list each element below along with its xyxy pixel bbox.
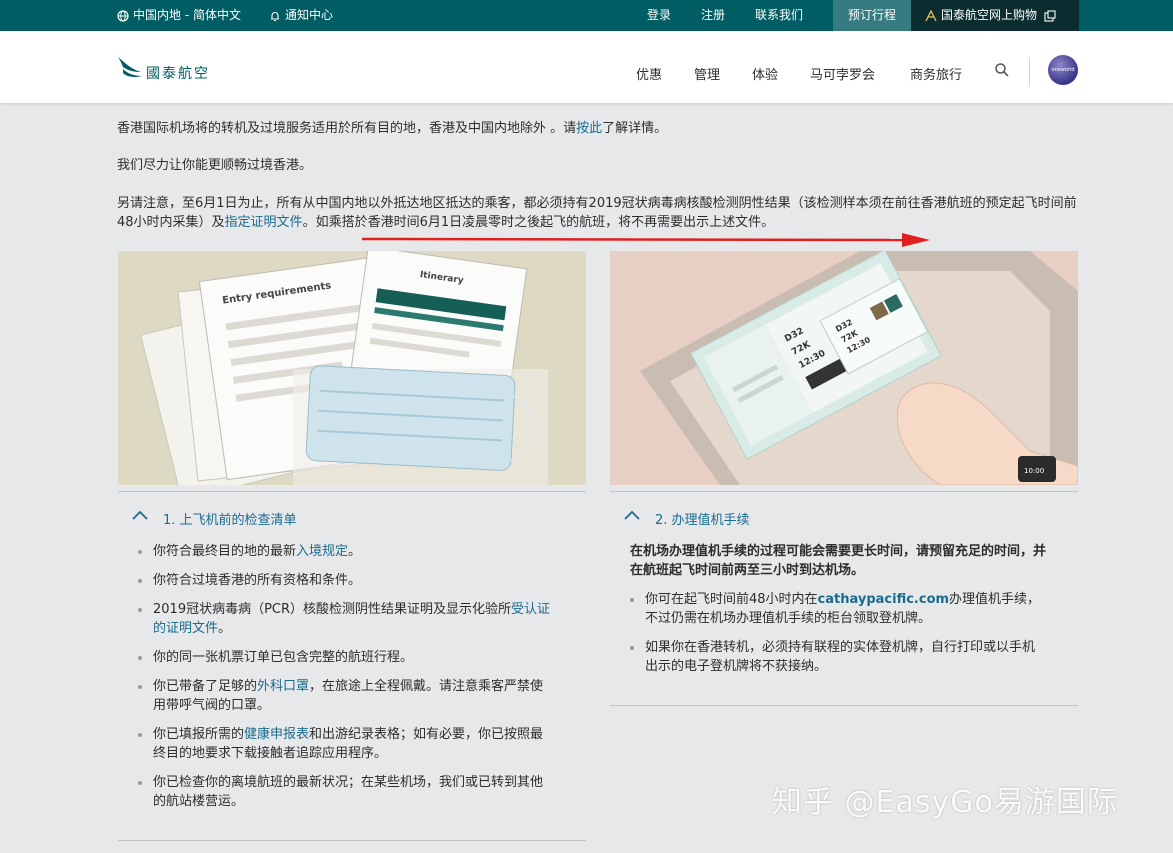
section2-list: 你可在起飞时间前48小时内在cathaypacific.com办理值机手续，不过… [627,590,1047,686]
region-label: 中国内地 - 简体中文 [133,8,241,22]
shop-label: 国泰航空网上购物 [941,8,1038,22]
shop-logo-icon [925,9,937,21]
utility-bar: 中国内地 - 简体中文 通知中心 登录 注册 联系我们 预订行程 国泰航空网上购… [0,0,1173,31]
nav-offers[interactable]: 优惠 [636,64,662,83]
surgical-mask-link[interactable]: 外科口罩 [257,679,309,694]
oneworld-logo[interactable]: oneworld [1048,55,1078,85]
red-arrow-annotation [362,233,930,247]
section2-bottom-divider [610,705,1078,706]
contact-link[interactable]: 联系我们 [755,0,803,31]
list-item: 你的同一张机票订单已包含完整的航班行程。 [135,648,555,667]
entry-rules-link[interactable]: 入境规定 [296,544,348,559]
list-item: 你已检查你的离境航班的最新状况；在某些机场，我们或已转到其他的航站楼营运。 [135,773,555,811]
intro-paragraph-1: 香港国际机场将的转机及过境服务适用於所有目的地，香港及中国内地除外 。请按此了解… [117,121,668,136]
nav-experience[interactable]: 体验 [752,64,778,83]
list-item: 如果你在香港转机，必须持有联程的实体登机牌，自行打印或以手机出示的电子登机牌将不… [627,638,1047,676]
boarding-pass-illustration: D32 72K 12:30 D32 72K 12:30 10:00 [610,251,1078,485]
bell-icon [271,11,279,21]
section1-checklist: 你符合最终目的地的最新入境规定。 你符合过境香港的所有资格和条件。 2019冠状… [135,542,555,821]
section2-top-divider [610,491,1078,492]
list-item: 你已带备了足够的外科口罩，在旅途上全程佩戴。请注意乘客严禁使用带呼气阀的口罩。 [135,677,555,715]
nav-business-travel[interactable]: 商务旅行 [910,64,962,83]
nav-marco-polo[interactable]: 马可孛罗会 [810,64,875,83]
register-link[interactable]: 注册 [701,0,725,31]
cathaypacific-link[interactable]: cathaypacific.com [818,592,950,607]
health-declaration-link[interactable]: 健康申报表 [244,727,309,742]
intro-paragraph-2: 我们尽力让你能更顺畅过境香港。 [117,158,313,173]
chevron-up-icon[interactable] [624,510,640,520]
list-item: 你符合过境香港的所有资格和条件。 [135,571,555,590]
nav-manage[interactable]: 管理 [694,64,720,83]
brand-name[interactable]: 國泰航空 [146,63,210,83]
nav-divider [1029,58,1030,86]
zhihu-watermark: 知乎 @EasyGo易游国际 [772,785,1118,820]
cathay-logo-icon[interactable] [117,55,143,81]
search-icon[interactable] [994,62,1010,78]
watch-time: 10:00 [1024,467,1044,475]
list-item: 你符合最终目的地的最新入境规定。 [135,542,555,561]
section1-bottom-divider [118,840,586,841]
list-item: 你已填报所需的健康申报表和出游纪录表格；如有必要，你已按照最终目的地要求下载接触… [135,725,555,763]
section1-top-divider [118,491,586,492]
list-item: 你可在起飞时间前48小时内在cathaypacific.com办理值机手续，不过… [627,590,1047,628]
chevron-up-icon[interactable] [132,510,148,520]
shop-link[interactable]: 国泰航空网上购物 [911,0,1079,31]
designated-documents-link[interactable]: 指定证明文件 [225,215,303,230]
intro-paragraph-3: 另请注意，至6月1日为止，所有从中国内地以外抵达地区抵达的乘客，都必须持有201… [117,196,1077,230]
manage-booking-link[interactable]: 预订行程 [833,0,911,31]
section1-title[interactable]: 1. 上飞机前的检查清单 [163,509,297,528]
globe-icon [117,9,129,22]
click-here-link[interactable]: 按此 [576,121,602,136]
login-link[interactable]: 登录 [647,0,671,31]
region-selector[interactable]: 中国内地 - 简体中文 [117,0,241,31]
section2-note: 在机场办理值机手续的过程可能会需要更长时间，请预留充足的时间，并在航班起飞时间前… [630,544,1047,578]
list-item: 2019冠状病毒病（PCR）核酸检测阴性结果证明及显示化验所受认证的证明文件。 [135,600,555,638]
external-link-icon [1044,9,1056,22]
notification-label: 通知中心 [285,8,334,22]
notification-center[interactable]: 通知中心 [269,0,333,31]
section2-title[interactable]: 2. 办理值机手续 [655,509,750,528]
documents-illustration: Entry requirements Itinerary [118,251,586,485]
main-header: 國泰航空 优惠 管理 体验 马可孛罗会 商务旅行 oneworld [0,31,1173,103]
